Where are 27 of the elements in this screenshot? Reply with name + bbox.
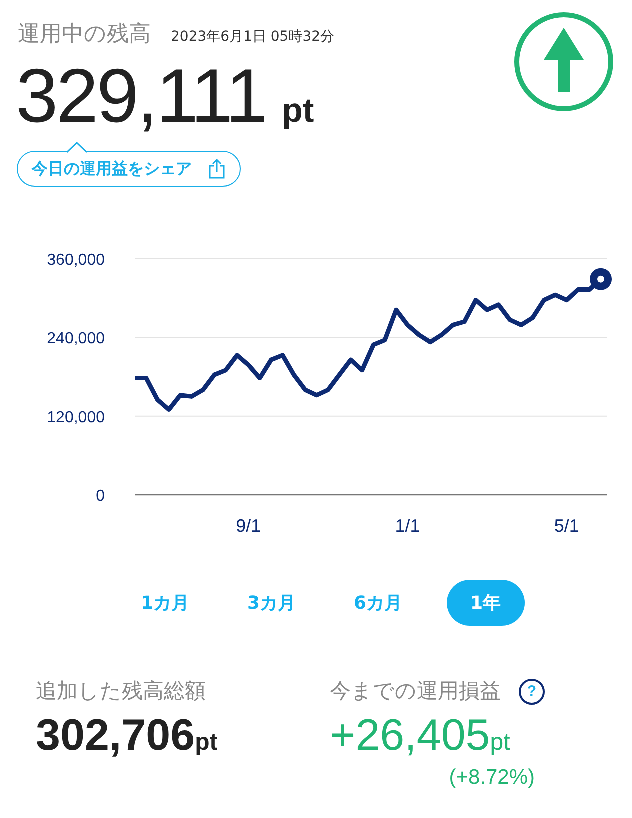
- profit-amount: +26,405: [330, 710, 490, 762]
- added-total-label: 追加した残高総額: [36, 678, 207, 705]
- up-arrow-circle-icon: [514, 12, 614, 112]
- period-tab[interactable]: 3カ月: [233, 580, 310, 626]
- profit-label: 今までの運用損益: [330, 678, 501, 705]
- y-axis-label: 0: [96, 488, 105, 505]
- help-button[interactable]: ?: [519, 678, 545, 705]
- share-icon: [208, 159, 226, 179]
- profit-unit: pt: [490, 728, 510, 758]
- x-axis-label: 1/1: [395, 516, 420, 536]
- added-total-amount: 302,706: [36, 710, 196, 762]
- added-total-unit: pt: [195, 728, 218, 758]
- y-axis-label: 360,000: [47, 252, 105, 269]
- timestamp: 2023年6月1日 05時32分: [171, 28, 335, 47]
- balance-amount: 329,111: [16, 55, 266, 139]
- period-tab[interactable]: 6カ月: [340, 580, 417, 626]
- y-axis-label: 240,000: [47, 330, 105, 348]
- period-tab[interactable]: 1年: [446, 580, 526, 626]
- x-axis-label: 9/1: [236, 516, 262, 536]
- balance-title: 運用中の残高: [18, 21, 151, 49]
- latest-point-marker: [590, 268, 612, 290]
- x-axis-label: 5/1: [554, 516, 580, 536]
- callout-pointer: [67, 142, 87, 153]
- profit-percent: (+8.72%): [449, 764, 535, 790]
- y-axis-label: 120,000: [47, 409, 105, 426]
- period-tab[interactable]: 1カ月: [126, 580, 204, 626]
- balance-unit: pt: [282, 91, 314, 132]
